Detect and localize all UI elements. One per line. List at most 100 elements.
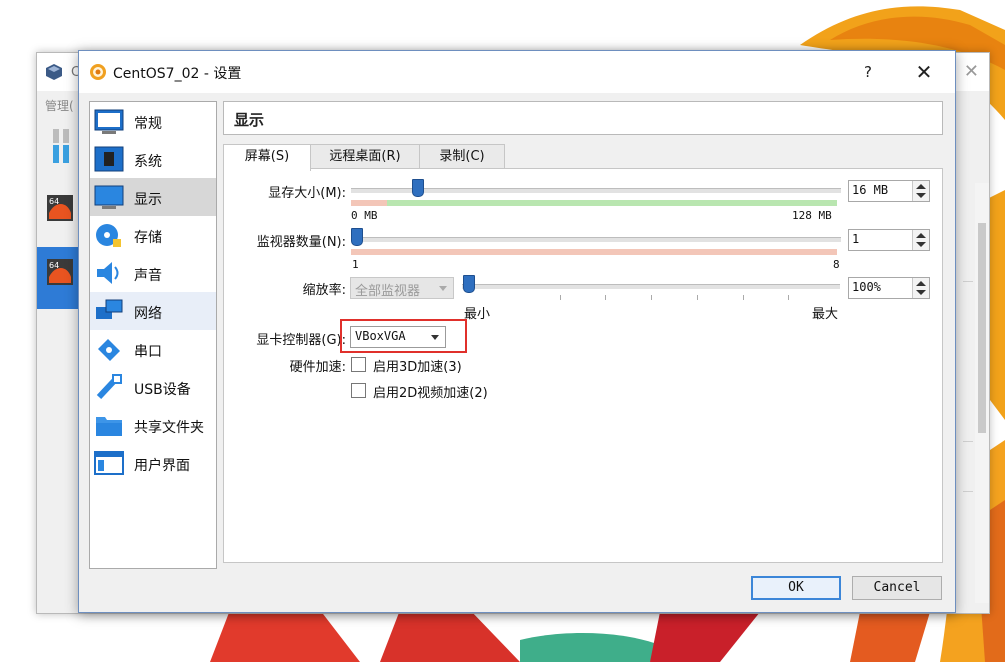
system-chip-icon [94,146,124,172]
settings-sidebar: 常规 系统 显示 存储 声音 网络 串口 USB设备 共享文件夹 用户界面 [89,101,217,569]
scale-factor-spinbox[interactable]: 100% [848,277,930,299]
monitor-count-range [351,249,837,255]
audio-speaker-icon [97,262,119,284]
shared-folder-icon [96,417,122,436]
scale-factor-slider-handle[interactable] [463,275,475,293]
display-monitor-icon [94,185,124,209]
sidebar-item-label: 共享文件夹 [134,420,204,436]
slider-tick [651,295,652,300]
sidebar-item-label: 存储 [134,230,162,246]
video-memory-value: 16 MB [852,183,889,197]
sidebar-item-audio[interactable]: 声音 [90,254,216,292]
general-icon [94,109,124,134]
sidebar-item-label: 网络 [134,306,162,322]
spin-up-icon[interactable] [916,184,926,189]
background-menu-fragment: 管理( [45,99,74,113]
cancel-button[interactable]: Cancel [852,576,942,600]
settings-content: 显示 屏幕(S) 远程桌面(R) 录制(C) 显存大小(M): 0 MB 128… [223,101,943,567]
monitor-count-slider-handle[interactable] [351,228,363,246]
background-scroll-thumb[interactable] [978,223,986,433]
close-button[interactable]: ✕ [911,59,937,85]
gear-icon [90,64,106,80]
video-memory-slider[interactable] [351,188,841,193]
tab-recording[interactable]: 录制(C) [419,144,505,169]
slider-tick [743,295,744,300]
video-memory-ok-range [387,200,837,206]
scale-factor-value: 100% [852,280,881,294]
divider [963,441,973,442]
sidebar-item-general[interactable]: 常规 [90,102,216,140]
divider [963,491,973,492]
scale-factor-label: 缩放率: [302,283,346,298]
background-close-icon[interactable]: ✕ [964,61,979,82]
video-memory-label: 显存大小(M): [268,186,346,201]
monitor-count-spinbox[interactable]: 1 [848,229,930,251]
vm-os-icon [47,259,73,285]
sidebar-item-shared-folders[interactable]: 共享文件夹 [90,406,216,444]
sidebar-item-label: 系统 [134,154,162,170]
slider-tick [697,295,698,300]
dialog-titlebar: CentOS7_02 - 设置 ? ✕ [79,51,955,93]
video-memory-slider-handle[interactable] [412,179,424,197]
help-button[interactable]: ? [855,61,881,83]
spin-down-icon[interactable] [916,242,926,247]
monitor-count-max-label: 8 [833,258,840,271]
spin-buttons[interactable] [912,230,929,250]
background-vm-entry[interactable]: 64 [37,183,79,245]
video-memory-spinbox[interactable]: 16 MB [848,180,930,202]
background-scrollbar[interactable] [975,183,989,603]
spin-up-icon[interactable] [916,281,926,286]
scale-factor-slider[interactable] [462,284,840,289]
graphics-controller-label: 显卡控制器(G): [256,333,346,348]
graphics-controller-select[interactable]: VBoxVGA [350,326,446,348]
dialog-title: CentOS7_02 - 设置 [113,66,242,82]
user-interface-icon [94,451,124,475]
enable-2d-checkbox[interactable] [351,383,366,398]
video-memory-min-label: 0 MB [351,209,378,222]
video-memory-warn-range [351,200,387,206]
sidebar-item-serial[interactable]: 串口 [90,330,216,368]
sidebar-item-system[interactable]: 系统 [90,140,216,178]
sidebar-item-usb[interactable]: USB设备 [90,368,216,406]
monitor-count-slider[interactable] [351,237,841,242]
background-tools-icon [53,129,69,163]
tab-screen[interactable]: 屏幕(S) [223,144,311,171]
sidebar-item-storage[interactable]: 存储 [90,216,216,254]
usb-icon [96,374,122,400]
background-vm-entry-selected[interactable]: 64 [37,247,79,309]
sidebar-item-user-interface[interactable]: 用户界面 [90,444,216,482]
spin-up-icon[interactable] [916,233,926,238]
scale-max-label: 最大 [812,307,839,322]
spin-buttons[interactable] [912,278,929,298]
monitor-count-min-label: 1 [352,258,359,271]
scale-min-label: 最小 [464,307,491,322]
vm-os-icon [47,195,73,221]
video-memory-max-label: 128 MB [792,209,832,222]
sidebar-item-label: 声音 [134,268,162,284]
sidebar-item-network[interactable]: 网络 [90,292,216,330]
enable-3d-checkbox[interactable] [351,357,366,372]
scale-monitor-value: 全部监视器 [355,284,421,299]
enable-3d-label[interactable]: 启用3D加速(3) [373,356,462,375]
virtualbox-logo-icon [46,64,62,80]
spin-down-icon[interactable] [916,193,926,198]
settings-dialog: CentOS7_02 - 设置 ? ✕ 常规 系统 显示 存储 声音 网络 串口… [78,50,956,613]
chevron-down-icon [439,286,447,291]
section-title: 显示 [234,111,265,129]
ok-button[interactable]: OK [751,576,841,600]
slider-tick [788,295,789,300]
spin-buttons[interactable] [912,181,929,201]
scale-monitor-select[interactable]: 全部监视器 [350,277,454,299]
monitor-count-label: 监视器数量(N): [256,235,346,250]
sidebar-item-label: 串口 [134,344,162,360]
sidebar-item-display[interactable]: 显示 [90,178,216,216]
slider-tick [560,295,561,300]
enable-2d-label[interactable]: 启用2D视频加速(2) [373,382,488,401]
vm-badge: 64 [49,261,60,270]
tab-remote-display[interactable]: 远程桌面(R) [309,144,421,169]
sidebar-item-label: 常规 [134,116,162,132]
spin-down-icon[interactable] [916,290,926,295]
screen-tab-panel: 显存大小(M): 0 MB 128 MB 16 MB 监视器数量(N): 1 8… [223,168,943,563]
sidebar-item-label: USB设备 [134,382,191,398]
sidebar-item-label: 显示 [134,192,162,208]
